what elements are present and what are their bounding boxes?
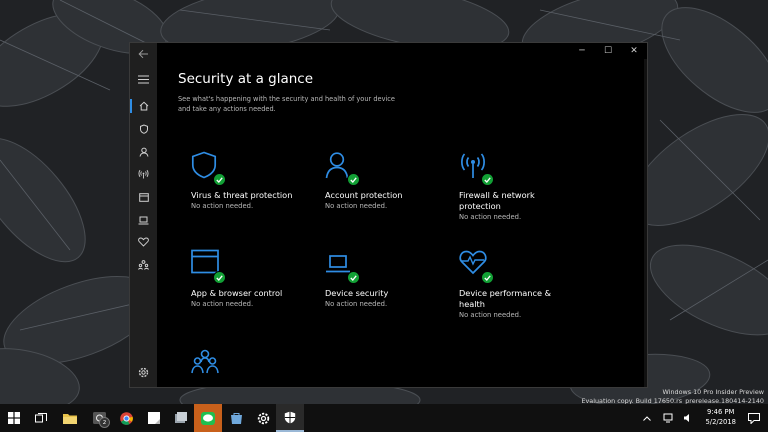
- shield-icon: [191, 151, 226, 186]
- tile-title: Device performance & health: [459, 288, 552, 309]
- shield-icon[interactable]: [130, 120, 157, 138]
- family-icon[interactable]: [130, 256, 157, 274]
- tile-device-security[interactable]: Device security No action needed.: [325, 249, 455, 309]
- taskbar: 2 9:46 PM 5/2/2018: [0, 404, 768, 432]
- wireless-signal-icon[interactable]: [130, 165, 157, 183]
- back-arrow-icon[interactable]: [130, 45, 157, 63]
- browser-window-icon[interactable]: [130, 188, 157, 206]
- main-content: Security at a glance See what's happenin…: [178, 43, 647, 387]
- gear-icon[interactable]: [130, 363, 157, 381]
- hamburger-menu-icon[interactable]: [130, 70, 157, 88]
- page-title: Security at a glance: [178, 71, 314, 87]
- tile-title: Firewall & network protection: [459, 190, 535, 211]
- windows-security-icon[interactable]: [276, 404, 304, 432]
- clock-time: 9:46 PM: [707, 408, 735, 416]
- home-icon[interactable]: [130, 97, 157, 115]
- family-icon: [191, 349, 223, 381]
- tile-title: App & browser control: [191, 288, 283, 298]
- chevron-up-icon[interactable]: [636, 404, 658, 432]
- person-icon[interactable]: [130, 143, 157, 161]
- laptop-icon: [325, 249, 360, 284]
- scrollbar-track[interactable]: [644, 59, 647, 387]
- page-subtitle: See what's happening with the security a…: [178, 95, 395, 113]
- heart-icon[interactable]: [130, 233, 157, 251]
- tile-status: No action needed.: [325, 202, 388, 210]
- tile-status: No action needed.: [325, 300, 388, 308]
- mail-icon[interactable]: 2: [85, 404, 113, 432]
- chrome-icon[interactable]: [112, 404, 140, 432]
- checkmark-ok-icon: [213, 271, 226, 284]
- tile-app-browser-control[interactable]: App & browser control No action needed.: [191, 249, 321, 309]
- network-icon[interactable]: [658, 404, 678, 432]
- windows-start-icon[interactable]: [0, 404, 28, 432]
- checkmark-ok-icon: [481, 173, 494, 186]
- navigation-sidebar: [130, 43, 157, 387]
- tile-title: Virus & threat protection: [191, 190, 293, 200]
- tile-title: Account protection: [325, 190, 403, 200]
- volume-icon[interactable]: [678, 404, 698, 432]
- tile-family-options[interactable]: [191, 349, 321, 387]
- watermark-line-1: Windows 10 Pro Insider Preview: [662, 388, 764, 396]
- laptop-icon[interactable]: [130, 211, 157, 229]
- heart-pulse-icon: [459, 249, 494, 284]
- action-center-icon[interactable]: [740, 404, 768, 432]
- settings-gear-icon[interactable]: [249, 404, 277, 432]
- browser-window-icon: [191, 249, 226, 284]
- files-icon[interactable]: [166, 404, 194, 432]
- tile-firewall-network-protection[interactable]: Firewall & network protection No action …: [459, 151, 559, 222]
- store-icon[interactable]: [222, 404, 250, 432]
- person-icon: [325, 151, 360, 186]
- windows-security-window: ─ ☐ ✕ Security at a glance See what's ha…: [129, 42, 648, 388]
- tile-status: No action needed.: [459, 311, 522, 319]
- tile-status: No action needed.: [191, 202, 254, 210]
- tile-device-performance-health[interactable]: Device performance & health No action ne…: [459, 249, 559, 320]
- checkmark-ok-icon: [481, 271, 494, 284]
- tile-account-protection[interactable]: Account protection No action needed.: [325, 151, 455, 211]
- system-clock[interactable]: 9:46 PM 5/2/2018: [705, 407, 736, 427]
- wireless-signal-icon: [459, 151, 494, 186]
- task-view-icon[interactable]: [27, 404, 55, 432]
- tile-status: No action needed.: [459, 213, 522, 221]
- tile-title: Device security: [325, 288, 389, 298]
- mail-unread-badge: 2: [99, 417, 110, 428]
- clock-date: 5/2/2018: [705, 418, 736, 426]
- checkmark-ok-icon: [213, 173, 226, 186]
- tile-virus-threat-protection[interactable]: Virus & threat protection No action need…: [191, 151, 321, 211]
- checkmark-ok-icon: [347, 271, 360, 284]
- tile-status: No action needed.: [191, 300, 254, 308]
- checkmark-ok-icon: [347, 173, 360, 186]
- file-explorer-icon[interactable]: [56, 404, 84, 432]
- line-messenger-icon[interactable]: [194, 404, 222, 432]
- sticky-notes-icon[interactable]: [140, 404, 168, 432]
